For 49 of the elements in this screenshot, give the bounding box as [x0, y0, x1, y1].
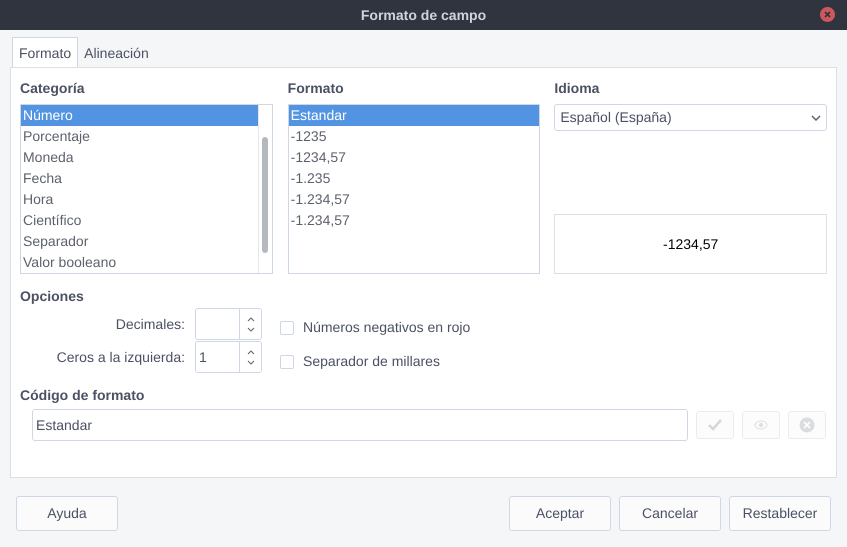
spin-value: 1 [199, 348, 207, 366]
list-item[interactable]: Científico [21, 210, 258, 231]
list-item[interactable]: -1.234,57 [288, 210, 540, 231]
chevron-up-icon[interactable] [246, 316, 254, 322]
tab[interactable]: Formato [12, 37, 78, 68]
field-label: Decimales: [116, 314, 185, 334]
checkbox-label: Separador de millares [303, 352, 440, 371]
section-label: Formato [288, 79, 345, 96]
chevron-down-icon [811, 114, 821, 120]
list-item[interactable]: Número [21, 105, 258, 126]
help-button[interactable]: Ayuda [16, 496, 118, 531]
dialog-button[interactable]: Cancelar [619, 496, 721, 531]
list-item[interactable]: Valor booleano [21, 252, 258, 273]
list-item[interactable]: Hora [21, 189, 258, 210]
tab[interactable]: Alineación [78, 38, 155, 68]
dialog-button[interactable]: Aceptar [509, 496, 611, 531]
list-item[interactable]: -1.235 [288, 168, 540, 189]
spin-field[interactable] [195, 308, 262, 340]
list-item[interactable]: Moneda [21, 147, 258, 168]
scrollbar-thumb[interactable] [262, 137, 268, 253]
section-label: Código de formato [20, 386, 146, 403]
close-icon [799, 417, 815, 433]
checkbox[interactable] [280, 320, 294, 334]
list-item[interactable]: Estandar [288, 105, 540, 126]
dialog-button[interactable]: Restablecer [729, 496, 831, 531]
close-icon [824, 11, 831, 18]
list-item[interactable]: Porcentaje [21, 126, 258, 147]
checkbox-label: Números negativos en rojo [303, 318, 470, 337]
list-item[interactable]: -1.234,57 [288, 189, 540, 210]
chevron-up-icon[interactable] [246, 350, 254, 354]
format-code-field[interactable]: Estandar [32, 409, 688, 441]
language-dropdown[interactable]: Español (España) [554, 104, 827, 131]
window-title: Formato de campo [360, 6, 486, 25]
checkbox[interactable] [280, 354, 294, 368]
spin-field[interactable]: 1 [195, 341, 262, 373]
list-item[interactable]: -1235 [288, 126, 540, 147]
list-item[interactable]: Separador [21, 231, 258, 252]
section-label: Categoría [20, 79, 86, 96]
section-label: Opciones [20, 287, 85, 304]
chevron-down-icon[interactable] [246, 326, 254, 332]
field-label: Ceros a la izquierda: [56, 348, 185, 367]
list-item[interactable]: Fecha [21, 168, 258, 189]
eye-icon [754, 420, 768, 430]
section-label: Idioma [554, 79, 600, 96]
chevron-down-icon[interactable] [246, 360, 254, 364]
checkmark-icon [708, 419, 722, 431]
close-button[interactable] [820, 7, 835, 22]
preview-text: -1234,57 [663, 234, 718, 254]
list-item[interactable]: -1234,57 [288, 147, 540, 168]
